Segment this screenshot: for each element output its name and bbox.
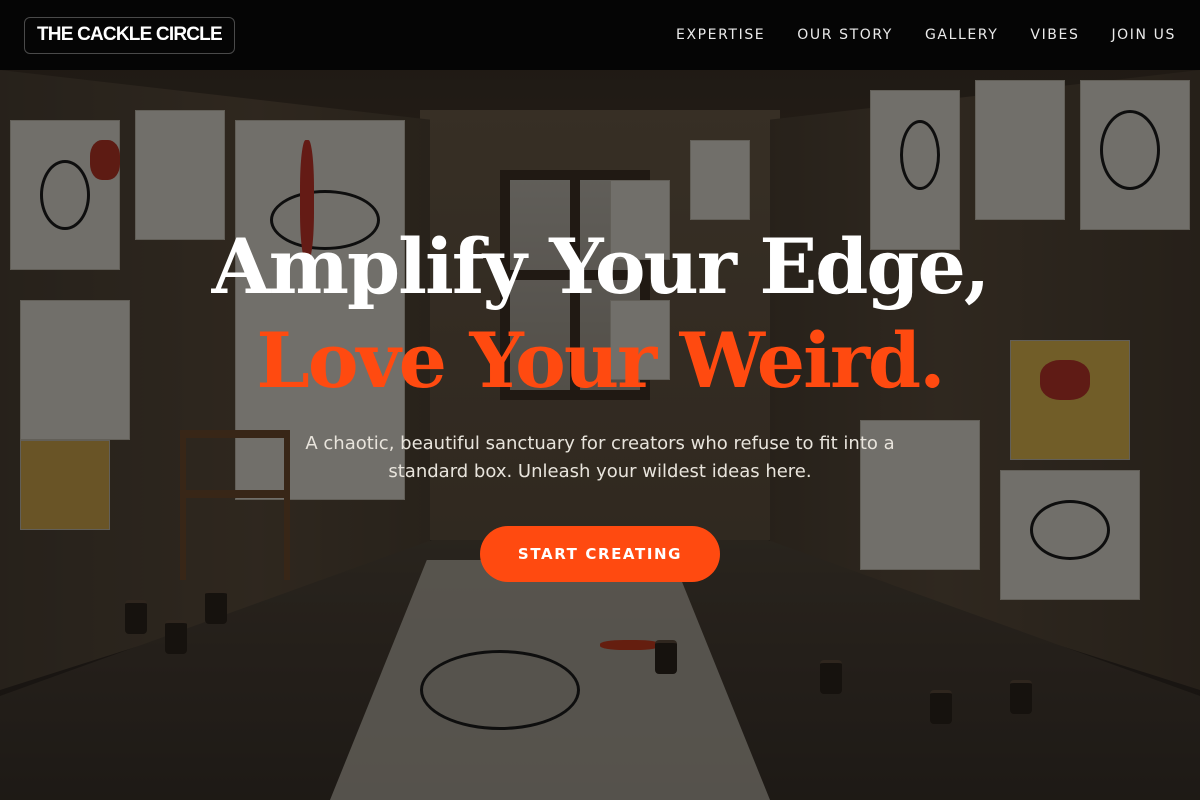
start-creating-button[interactable]: START CREATING bbox=[480, 526, 720, 582]
hero-subtitle: A chaotic, beautiful sanctuary for creat… bbox=[305, 433, 895, 482]
nav-link-join-us[interactable]: JOIN US bbox=[1111, 27, 1176, 43]
nav-link-gallery[interactable]: GALLERY bbox=[925, 27, 998, 43]
hero-headline: Amplify Your Edge, Love Your Weird. bbox=[0, 220, 1200, 408]
nav-link-expertise[interactable]: EXPERTISE bbox=[676, 27, 765, 43]
nav-links: EXPERTISE OUR STORY GALLERY VIBES JOIN U… bbox=[676, 27, 1176, 43]
headline-line-1: Amplify Your Edge, bbox=[211, 222, 991, 311]
headline-line-2: Love Your Weird. bbox=[256, 316, 945, 405]
site-logo[interactable]: THE CACKLE CIRCLE bbox=[24, 16, 235, 54]
logo-text: THE CACKLE CIRCLE bbox=[37, 24, 223, 45]
nav-link-vibes[interactable]: VIBES bbox=[1030, 27, 1079, 43]
hero-section: Amplify Your Edge, Love Your Weird. A ch… bbox=[0, 220, 1200, 582]
top-navbar: THE CACKLE CIRCLE EXPERTISE OUR STORY GA… bbox=[0, 0, 1200, 70]
nav-link-our-story[interactable]: OUR STORY bbox=[797, 27, 893, 43]
